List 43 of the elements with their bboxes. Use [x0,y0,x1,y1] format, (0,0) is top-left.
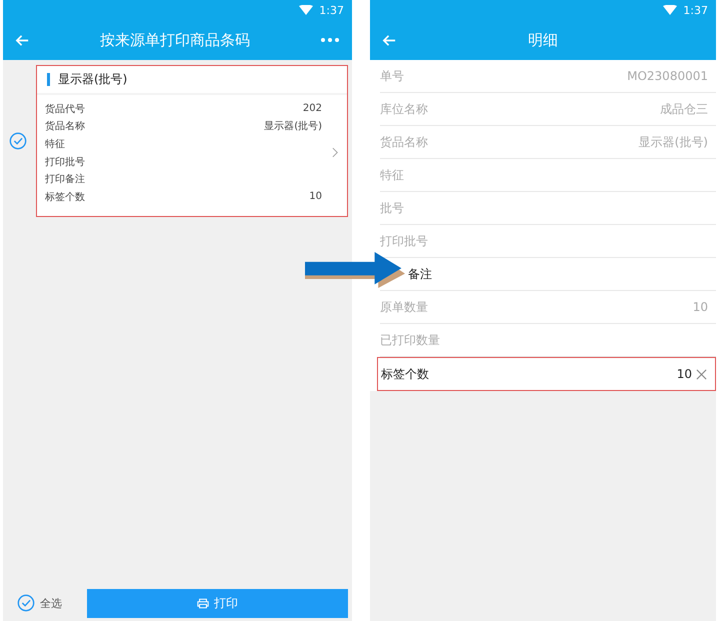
field-label: 标签个数 [45,190,85,204]
page-title: 按来源单打印商品条码 [99,30,251,50]
clear-icon[interactable] [696,368,707,380]
row-value: 成品仓三 [660,100,708,118]
back-arrow-icon[interactable] [382,32,397,48]
back-arrow-icon[interactable] [15,32,30,48]
accent-bar [47,73,50,86]
field-label: 货品名称 [45,120,85,134]
row-label: 货品名称 [380,134,428,150]
row-label: 打印批号 [380,232,428,250]
row-label: 备注 [407,266,432,282]
field-label: 特征 [45,138,65,151]
wifi-icon [299,5,314,15]
row-label: 库位名称 [380,100,428,118]
row-label: 批号 [380,200,404,216]
row-value: 显示器(批号) [638,134,708,150]
wifi-icon [663,5,678,15]
field-label: 货品代号 [45,102,85,116]
input-field[interactable]: 标签个数 10 [377,357,716,391]
row-label: 单号 [380,68,404,84]
field-value: 10 [676,367,692,381]
check-circle-icon[interactable] [9,132,27,150]
printer-icon [197,598,209,608]
more-icon[interactable] [320,38,340,42]
row-label: 已打印数量 [380,332,440,348]
card-title: 显示器(批号) [58,71,128,88]
item-card[interactable]: 显示器(批号) 货品代号 202 货品名称 显示器(批号) 特征 打印批号 打印备注 标签个数 10 [36,65,348,217]
status-time: 1:37 [319,4,344,16]
check-circle-icon[interactable] [17,594,35,612]
row-value: 10 [692,300,708,314]
row-value: MO23080001 [627,69,708,83]
select-all-label[interactable]: 全选 [40,596,62,610]
field-value: 10 [309,191,322,202]
page-title: 明细 [527,30,559,50]
field-label: 打印批号 [45,156,85,169]
status-time: 1:37 [683,4,708,16]
row-label: 特征 [380,166,404,184]
field-label: 打印备注 [45,172,85,186]
row-label: 原单数量 [380,298,428,316]
field-value: 202 [302,103,322,114]
field-value: 显示器(批号) [264,120,322,134]
row-label: 标签个数 [381,366,429,382]
chevron-right-icon[interactable] [332,147,339,158]
